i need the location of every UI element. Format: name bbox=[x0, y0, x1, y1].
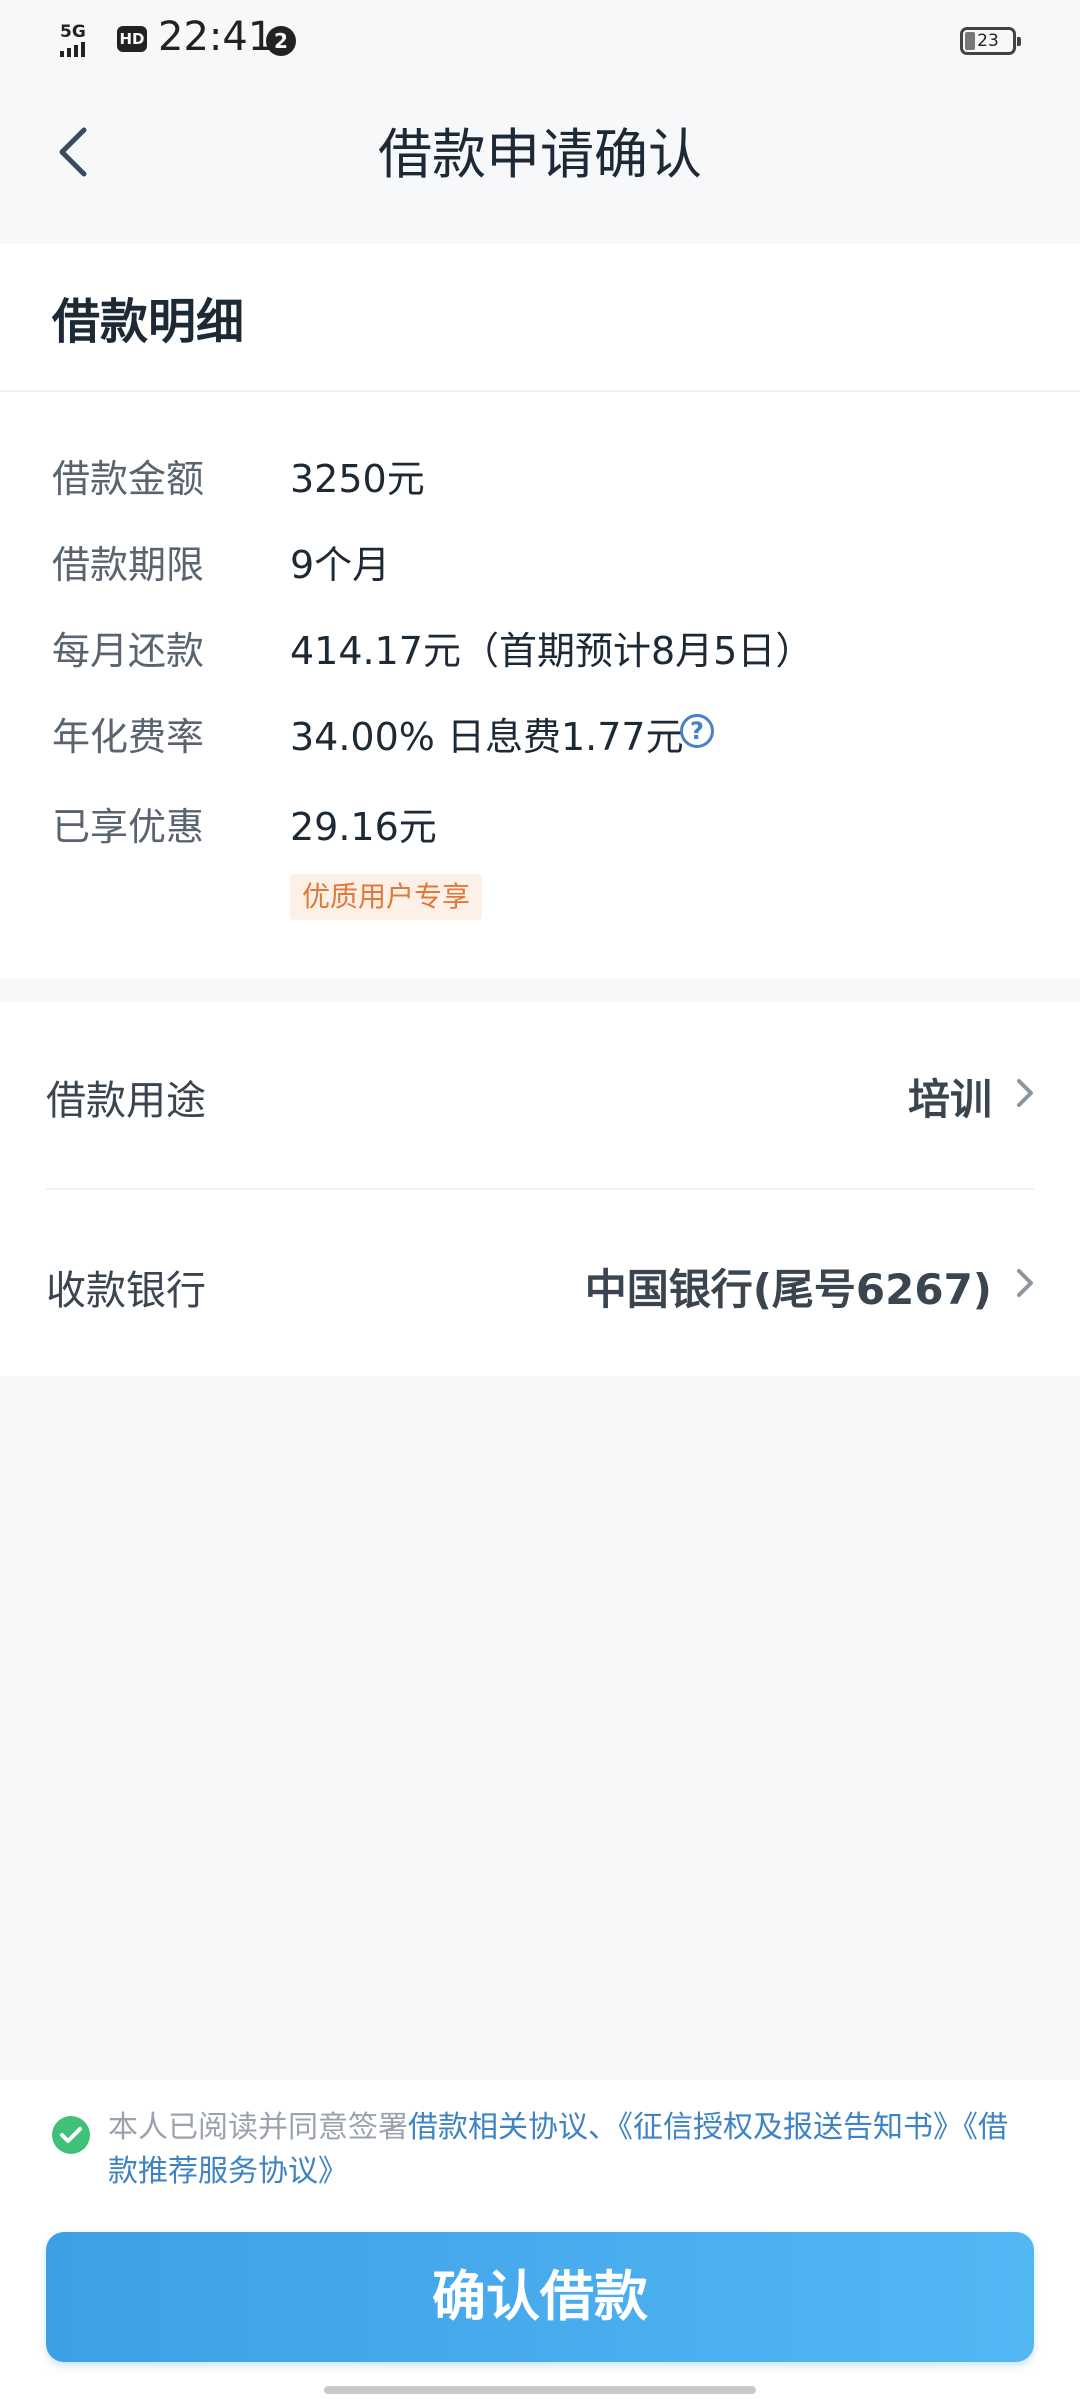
receiving-bank-value: 中国银行(尾号6267) bbox=[584, 1265, 992, 1314]
agreement-separator: 、 bbox=[588, 2110, 618, 2145]
battery-level: 23 bbox=[977, 31, 999, 51]
hd-icon: HD bbox=[117, 26, 147, 52]
page-title: 借款申请确认 bbox=[378, 123, 702, 186]
credit-authorization-link[interactable]: 《征信授权及报送告知书》 bbox=[618, 2110, 963, 2145]
monthly-repayment-label: 每月还款 bbox=[52, 629, 205, 673]
agreement-checkbox[interactable] bbox=[52, 2116, 90, 2154]
signal-icon: 5G bbox=[60, 24, 86, 57]
loan-term-label: 借款期限 bbox=[52, 543, 205, 587]
annual-rate-value: 34.00% 日息费1.77元 bbox=[290, 715, 684, 759]
loan-term-value: 9个月 bbox=[290, 543, 391, 587]
premium-user-tag: 优质用户专享 bbox=[290, 874, 483, 920]
divider bbox=[0, 390, 1080, 392]
battery-icon: 23 bbox=[960, 27, 1021, 55]
loan-amount-value: 3250元 bbox=[290, 457, 425, 501]
confirm-loan-button[interactable]: 确认借款 bbox=[46, 2232, 1034, 2362]
agreement-text: 本人已阅读并同意签署借款相关协议、《征信授权及报送告知书》《借款推荐服务协议》 bbox=[108, 2106, 1028, 2194]
discount-value: 29.16元 bbox=[290, 805, 437, 849]
loan-amount-label: 借款金额 bbox=[52, 457, 205, 501]
agreement-prefix: 本人已阅读并同意签署 bbox=[108, 2110, 408, 2145]
discount-label: 已享优惠 bbox=[52, 805, 205, 849]
loan-agreement-link[interactable]: 借款相关协议 bbox=[408, 2110, 588, 2145]
loan-purpose-label: 借款用途 bbox=[46, 1078, 206, 1124]
help-icon[interactable]: ? bbox=[680, 714, 714, 748]
loan-detail-card bbox=[0, 244, 1080, 978]
checkmark-icon bbox=[60, 2127, 82, 2143]
loan-purpose-value: 培训 bbox=[907, 1075, 992, 1124]
chevron-right-icon bbox=[1017, 1269, 1033, 1297]
network-type: 5G bbox=[60, 22, 86, 42]
annual-rate-label: 年化费率 bbox=[52, 715, 205, 759]
monthly-repayment-value: 414.17元（首期预计8月5日） bbox=[290, 629, 814, 673]
chevron-right-icon bbox=[1017, 1079, 1033, 1107]
loan-detail-title: 借款明细 bbox=[52, 294, 245, 350]
receiving-bank-label: 收款银行 bbox=[46, 1268, 206, 1314]
home-indicator[interactable] bbox=[324, 2386, 756, 2394]
notification-count-icon: 2 bbox=[266, 26, 296, 56]
status-time: 22:41 bbox=[158, 14, 274, 60]
